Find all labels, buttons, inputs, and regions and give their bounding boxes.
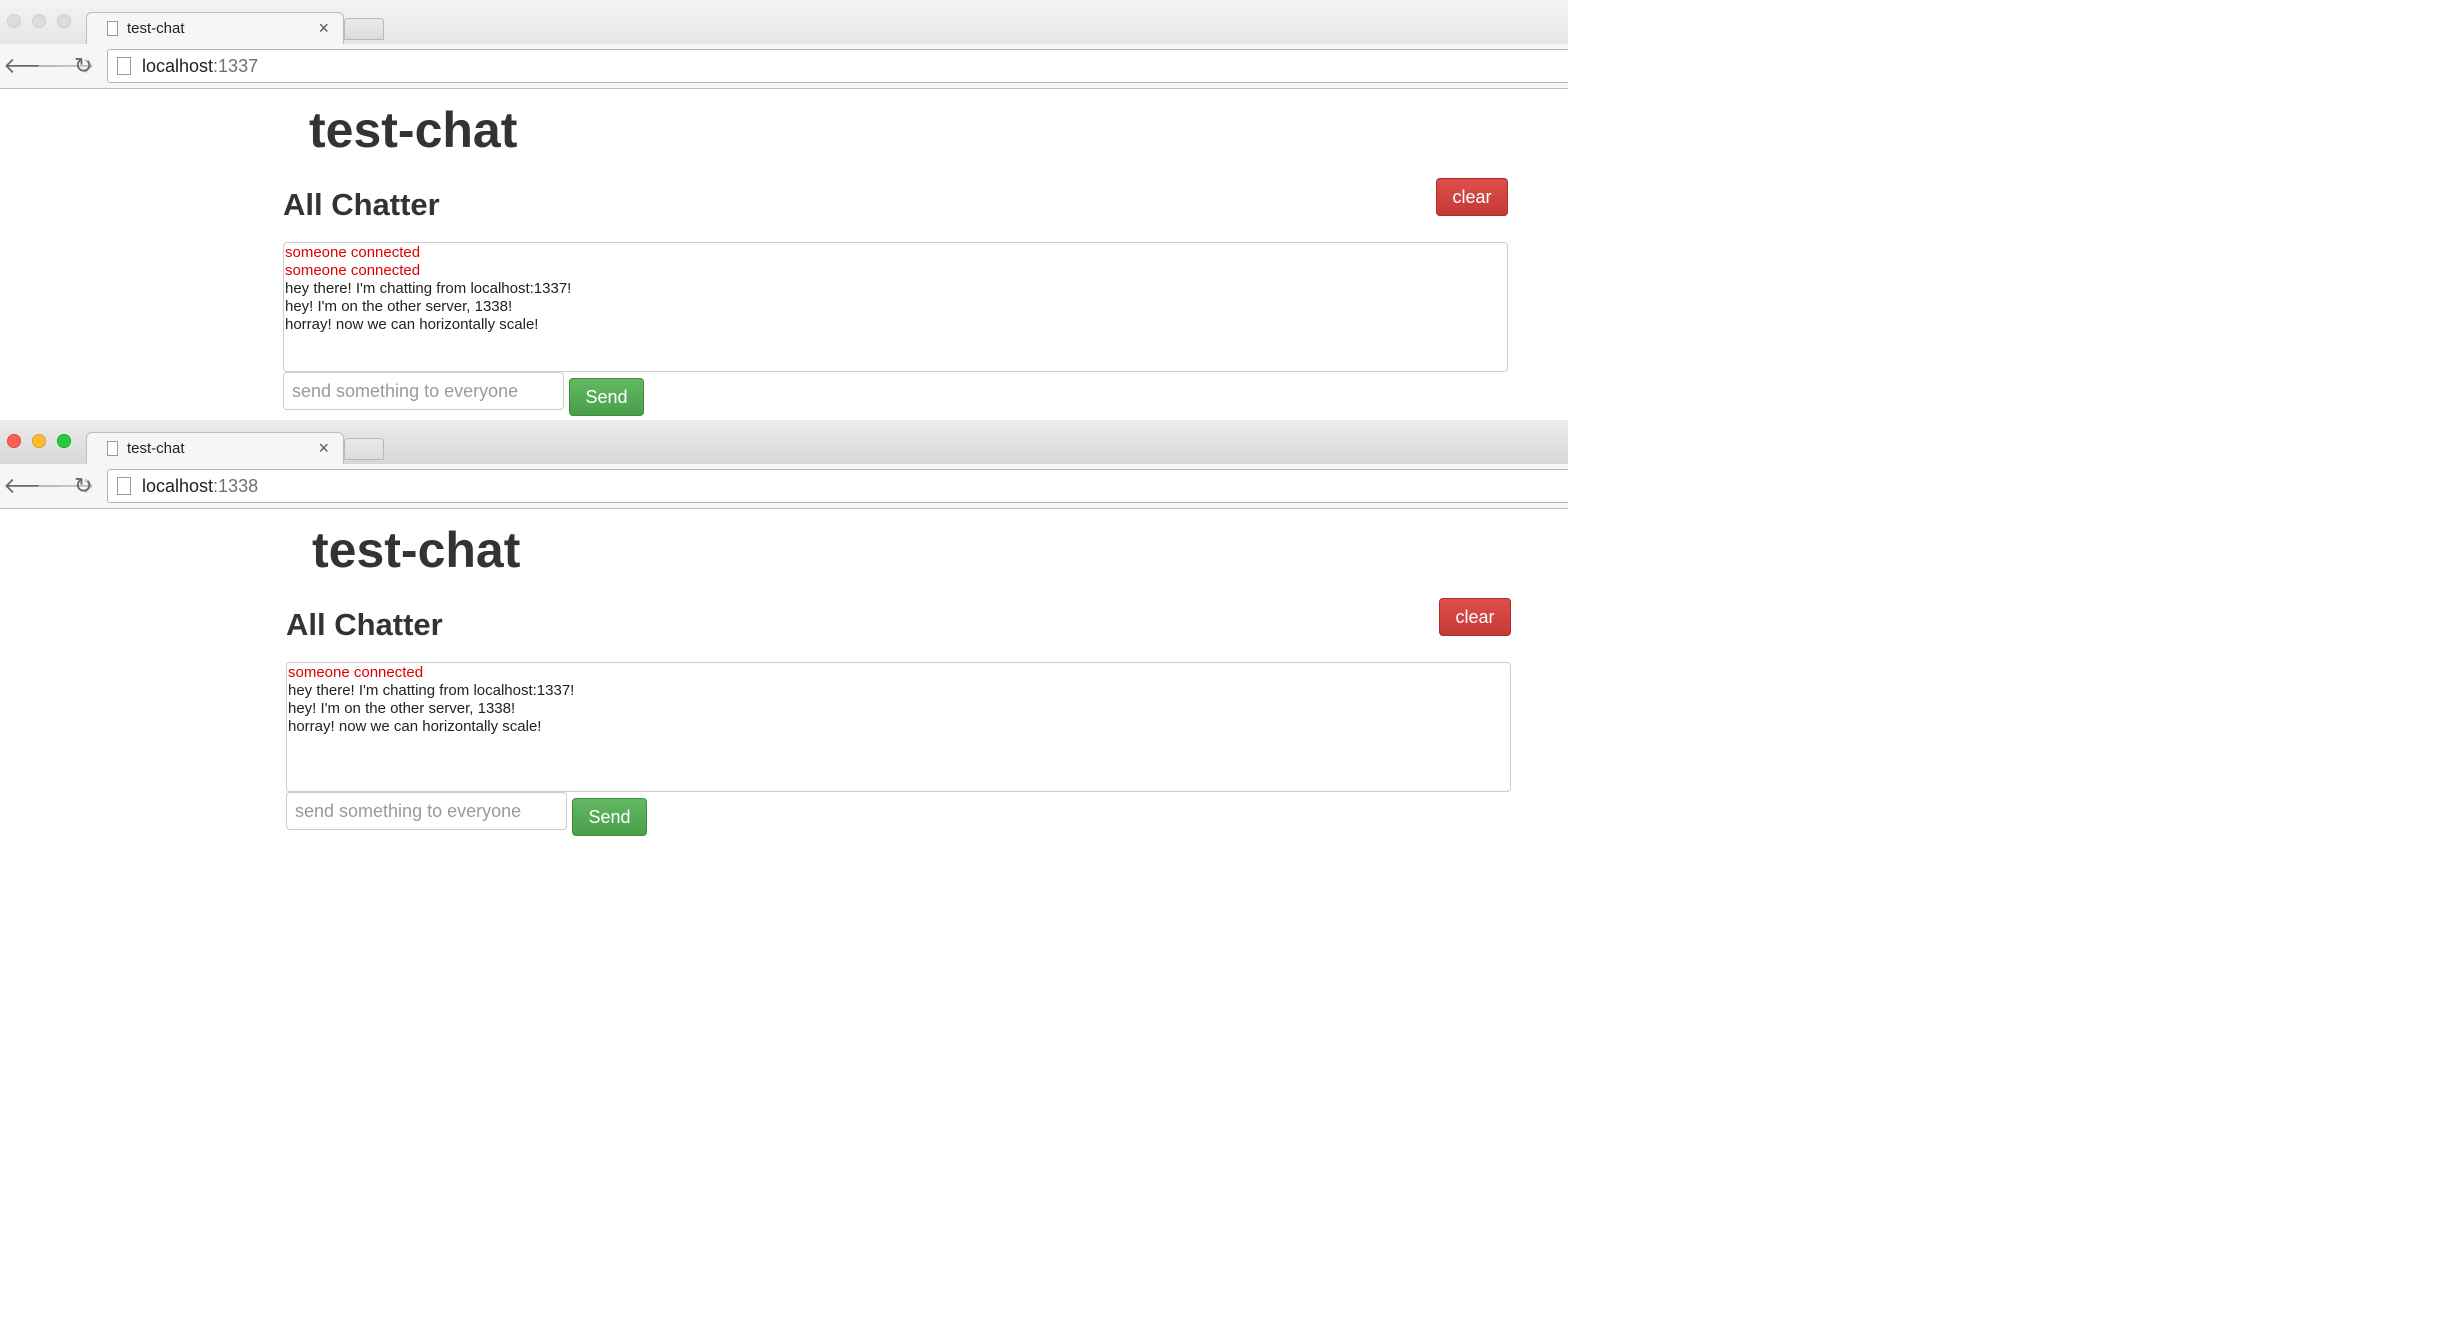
tab-title: test-chat (127, 20, 185, 37)
send-button[interactable]: Send (569, 378, 644, 416)
new-tab-button[interactable] (344, 438, 384, 460)
section-title: All Chatter (283, 187, 440, 222)
url-host: localhost (142, 476, 214, 496)
message-input[interactable] (286, 792, 567, 830)
chat-message: someone connected (285, 244, 421, 261)
chat-message: hey there! I'm chatting from localhost:1… (285, 280, 572, 297)
chat-message: someone connected (285, 262, 421, 279)
url-host: localhost (142, 56, 214, 76)
browser-toolbar: 🡐 🡒 ↻ localhost:1337 (0, 44, 1568, 89)
page-icon (117, 57, 131, 75)
reload-icon[interactable]: ↻ (74, 473, 92, 499)
chat-message: hey! I'm on the other server, 1338! (285, 298, 513, 315)
browser-toolbar: 🡐 🡒 ↻ localhost:1338 (0, 464, 1568, 509)
close-window-button[interactable] (7, 14, 21, 28)
chat-log[interactable]: someone connected someone connected hey … (283, 242, 1508, 372)
url-port: :1338 (213, 476, 259, 496)
tab-test-chat[interactable]: test-chat × (86, 432, 344, 466)
tab-test-chat[interactable]: test-chat × (86, 12, 344, 46)
app-title: test-chat (309, 102, 518, 158)
chat-log[interactable]: someone connected hey there! I'm chattin… (286, 662, 1511, 792)
page-icon (107, 441, 118, 456)
app-title: test-chat (312, 522, 521, 578)
address-bar[interactable]: localhost:1337 (107, 49, 1568, 83)
zoom-window-button[interactable] (57, 434, 71, 448)
tab-title: test-chat (127, 440, 185, 457)
chat-message: horray! now we can horizontally scale! (285, 316, 539, 333)
zoom-window-button[interactable] (57, 14, 71, 28)
reload-icon[interactable]: ↻ (74, 53, 92, 79)
close-tab-icon[interactable]: × (318, 438, 329, 459)
page-content: test-chat All Chatter clear someone conn… (0, 89, 1568, 420)
browser-window-1338: test-chat × 🡐 🡒 ↻ localhost:1338 test-ch… (0, 420, 1568, 851)
close-window-button[interactable] (7, 434, 21, 448)
url-text: localhost:1337 (142, 56, 258, 77)
page-content: test-chat All Chatter clear someone conn… (3, 509, 1568, 849)
chat-message: hey there! I'm chatting from localhost:1… (288, 682, 575, 699)
minimize-window-button[interactable] (32, 434, 46, 448)
send-button[interactable]: Send (572, 798, 647, 836)
minimize-window-button[interactable] (32, 14, 46, 28)
clear-button[interactable]: clear (1439, 598, 1511, 636)
clear-button[interactable]: clear (1436, 178, 1508, 216)
new-tab-button[interactable] (344, 18, 384, 40)
tab-strip: test-chat × (0, 0, 1568, 46)
close-tab-icon[interactable]: × (318, 18, 329, 39)
browser-window-1337: test-chat × 🡐 🡒 ↻ localhost:1337 test-ch… (0, 0, 1568, 420)
page-icon (117, 477, 131, 495)
chat-message: hey! I'm on the other server, 1338! (288, 700, 516, 717)
tab-strip: test-chat × (0, 420, 1568, 466)
message-input[interactable] (283, 372, 564, 410)
chat-message: someone connected (288, 664, 424, 681)
page-icon (107, 21, 118, 36)
url-port: :1337 (213, 56, 259, 76)
address-bar[interactable]: localhost:1338 (107, 469, 1568, 503)
section-title: All Chatter (286, 607, 443, 642)
url-text: localhost:1338 (142, 476, 258, 497)
chat-message: horray! now we can horizontally scale! (288, 718, 542, 735)
